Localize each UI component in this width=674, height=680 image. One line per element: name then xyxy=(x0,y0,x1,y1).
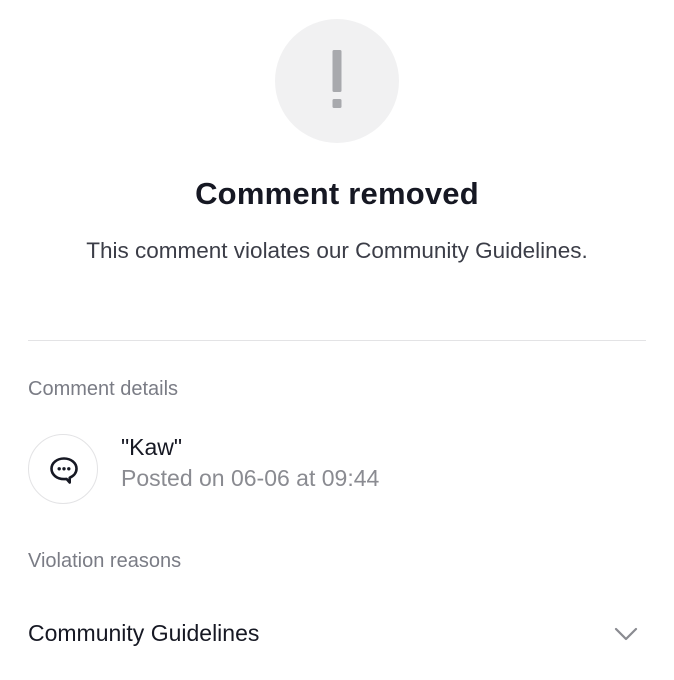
page-subtitle: This comment violates our Community Guid… xyxy=(86,238,588,263)
comment-text: "Kaw" xyxy=(121,434,183,460)
divider xyxy=(28,340,646,341)
exclamation-icon xyxy=(332,50,342,108)
comment-icon-circle xyxy=(28,434,98,504)
comment-details-label: Comment details xyxy=(28,378,179,400)
page-title: Comment removed xyxy=(195,176,479,211)
chat-bubble-icon xyxy=(50,457,78,484)
comment-posted-time: Posted on 06-06 at 09:44 xyxy=(121,465,380,491)
alert-icon-circle xyxy=(275,19,399,143)
chevron-down-icon[interactable] xyxy=(614,626,638,642)
violation-reasons-label: Violation reasons xyxy=(28,550,182,572)
violation-reason-label: Community Guidelines xyxy=(28,620,260,646)
violation-reason-row[interactable]: Community Guidelines xyxy=(0,604,674,662)
